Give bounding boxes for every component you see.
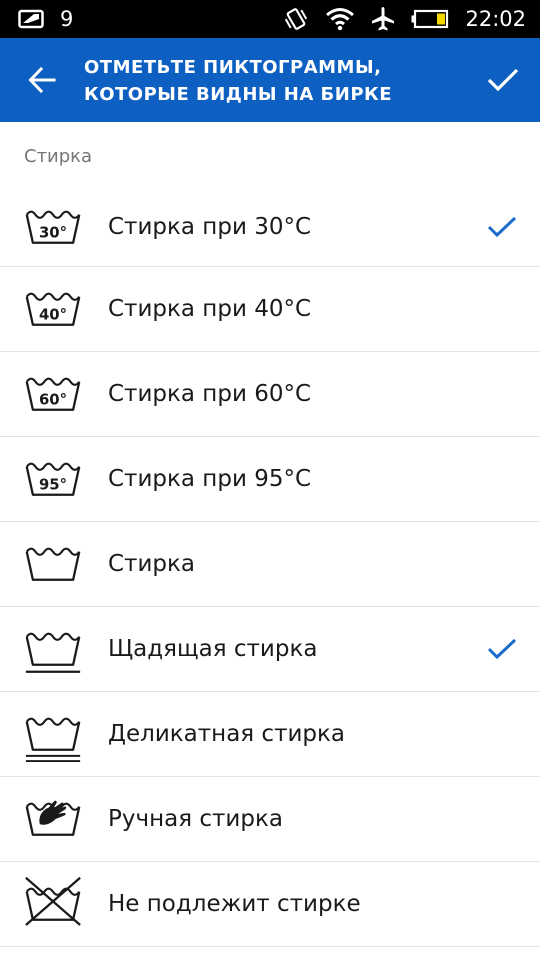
list-item[interactable]: 40° Стирка при 40°C <box>0 267 540 352</box>
item-icon <box>0 777 108 861</box>
item-icon: 95° <box>0 437 108 521</box>
gentle-wash-icon <box>25 632 81 673</box>
do-not-wash-icon <box>25 876 81 926</box>
icon-temp-text: 95° <box>39 476 67 494</box>
list-item[interactable]: Деликатная стирка <box>0 692 540 777</box>
section-header: Стирка <box>24 146 93 167</box>
item-label: Стирка при 30°C <box>108 213 312 240</box>
arrow-back-icon <box>28 67 56 93</box>
item-label: Щадящая стирка <box>108 636 318 662</box>
list-item[interactable]: Стирка <box>0 522 540 607</box>
wash-40-icon: 40° <box>25 292 81 326</box>
hand-wash-icon <box>25 800 81 836</box>
item-icon: 30° <box>0 187 108 266</box>
item-check <box>464 437 540 521</box>
list-item[interactable]: 30° Стирка при 30°C <box>0 187 540 267</box>
item-label: Деликатная стирка <box>108 721 346 747</box>
care-symbol-list: 30° Стирка при 30°C 40° Стирка при 40°C 60° С… <box>0 187 540 947</box>
item-label: Не подлежит стирке <box>108 891 361 917</box>
checkmark-icon <box>487 638 517 660</box>
item-check <box>464 187 540 266</box>
item-label: Стирка при 95°C <box>108 466 312 492</box>
item-check <box>464 862 540 946</box>
item-label: Стирка при 60°C <box>108 381 312 407</box>
vibrate-icon <box>285 8 308 30</box>
wash-30-icon: 30° <box>25 210 81 244</box>
content: Стирка 30° Стирка при 30°C 40° Стирка при 4… <box>0 122 540 947</box>
item-label: Ручная стирка <box>108 806 283 832</box>
item-check <box>464 522 540 606</box>
page-title-line2: КОТОРЫЕ ВИДНЫ НА БИРКЕ <box>84 83 393 105</box>
item-icon: 60° <box>0 352 108 436</box>
item-check <box>464 777 540 861</box>
notification-icon <box>18 9 44 29</box>
list-item[interactable]: 95° Стирка при 95°C <box>0 437 540 522</box>
icon-temp-text: 30° <box>39 223 67 241</box>
status-time: 22:02 <box>465 6 526 31</box>
status-left: 9 <box>18 8 73 30</box>
icon-temp-text: 40° <box>39 306 67 324</box>
check-icon <box>487 68 519 92</box>
item-icon <box>0 862 108 946</box>
list-item[interactable]: Щадящая стирка <box>0 607 540 692</box>
back-button[interactable] <box>0 38 84 122</box>
status-right: 22:02 <box>283 6 526 32</box>
airplane-mode-icon <box>372 7 395 31</box>
item-label: Стирка при 40°C <box>108 296 312 322</box>
page-title: ОТМЕТЬТЕ ПИКТОГРАММЫ, КОТОРЫЕ ВИДНЫ НА Б… <box>84 53 466 108</box>
wash-95-icon: 95° <box>25 462 81 496</box>
notification-count: 9 <box>60 6 74 31</box>
item-icon <box>0 692 108 776</box>
app-bar: ОТМЕТЬТЕ ПИКТОГРАММЫ, КОТОРЫЕ ВИДНЫ НА Б… <box>0 38 540 122</box>
battery-icon <box>411 9 449 29</box>
item-check <box>464 352 540 436</box>
item-check <box>464 607 540 691</box>
list-item[interactable]: Ручная стирка <box>0 777 540 862</box>
icon-temp-text: 60° <box>39 391 67 409</box>
status-bar: 9 22:02 <box>0 0 540 38</box>
page-title-line1: ОТМЕТЬТЕ ПИКТОГРАММЫ, <box>84 56 382 78</box>
item-label: Стирка <box>108 551 195 577</box>
wash-60-icon: 60° <box>25 377 81 411</box>
checkmark-icon <box>487 216 517 237</box>
item-check <box>464 692 540 776</box>
item-icon: 40° <box>0 267 108 351</box>
done-button[interactable] <box>466 38 540 122</box>
list-item[interactable]: Не подлежит стирке <box>0 862 540 947</box>
wifi-icon <box>326 8 355 31</box>
item-check <box>464 267 540 351</box>
wash-icon <box>25 547 81 581</box>
list-item[interactable]: 60° Стирка при 60°C <box>0 352 540 437</box>
item-icon <box>0 522 108 606</box>
item-icon <box>0 607 108 691</box>
delicate-wash-icon <box>25 717 81 762</box>
